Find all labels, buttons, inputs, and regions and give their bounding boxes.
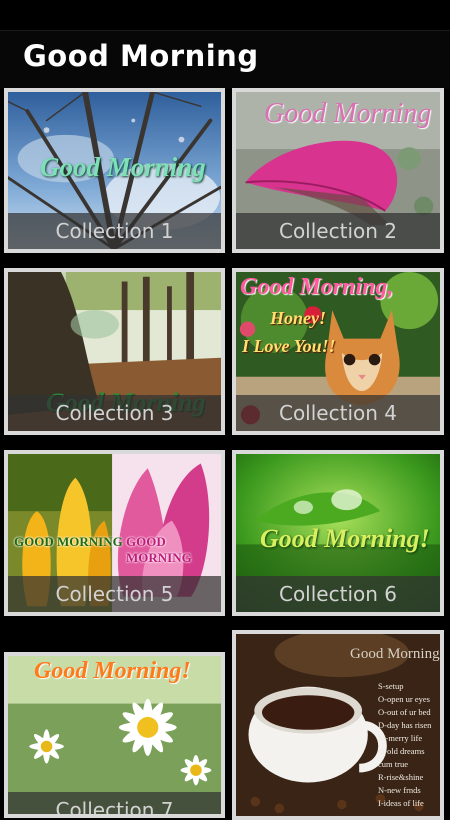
collection-card-2[interactable]: Good Morning Collection 2 xyxy=(232,88,444,253)
collection-8-poem: S-setup O-open ur eyes O-out of ur bed D… xyxy=(378,680,440,810)
collection-card-7[interactable]: Good Morning! Collection 7 xyxy=(4,652,225,818)
poem-line: I-ideas of life xyxy=(378,798,424,808)
poem-line: O-open ur eyes xyxy=(378,694,430,704)
collection-8-overlay: Good Morning xyxy=(350,646,440,662)
poem-line: S-setup xyxy=(378,681,404,691)
collection-5-overlay-right: GOOD MORNING xyxy=(126,534,192,565)
collection-card-5[interactable]: GOOD MORNING GOOD MORNING Collection 5 xyxy=(4,450,225,616)
collection-card-4[interactable]: Good Morning, Honey! I Love You!! Collec… xyxy=(232,268,444,435)
collection-2-label: Collection 2 xyxy=(236,213,440,249)
collection-3-label: Collection 3 xyxy=(8,395,221,431)
collection-card-1[interactable]: Good Morning Collection 1 xyxy=(4,88,225,253)
poem-line: R-rise&shine xyxy=(378,772,424,782)
page-title: Good Morning xyxy=(23,39,259,73)
collection-4-overlay-line3: I Love You!! xyxy=(242,336,336,356)
app-bar: Good Morning xyxy=(0,30,450,89)
collection-card-3[interactable]: Good Morning Collection 3 xyxy=(4,268,225,435)
collection-6-overlay: Good Morning! xyxy=(260,524,430,553)
collection-7-overlay: Good Morning! xyxy=(34,658,191,684)
collection-2-overlay: Good Morning xyxy=(264,98,432,129)
collection-6-label: Collection 6 xyxy=(236,576,440,612)
collection-card-6[interactable]: Good Morning! Collection 6 xyxy=(232,450,444,616)
poem-line: O-out of ur bed xyxy=(378,707,431,717)
poem-line: N-new frnds xyxy=(378,785,421,795)
collection-4-label: Collection 4 xyxy=(236,395,440,431)
collection-4-overlay-line1: Good Morning, xyxy=(240,274,394,300)
collection-7-label: Collection 7 xyxy=(8,792,221,814)
collection-card-8[interactable]: Good Morning S-setup O-open ur eyes O-ou… xyxy=(232,630,444,820)
poem-line: O-old dreams cum true xyxy=(378,746,425,769)
collection-1-label: Collection 1 xyxy=(8,213,221,249)
collection-1-overlay: Good Morning xyxy=(40,152,206,182)
poem-line: D-day has risen xyxy=(378,720,432,730)
collection-5-label: Collection 5 xyxy=(8,576,221,612)
poem-line: M-merry life xyxy=(378,733,423,743)
status-bar xyxy=(0,0,450,30)
collection-5-overlay-left: GOOD MORNING xyxy=(14,534,123,549)
collection-4-overlay-line2: Honey! xyxy=(270,308,326,328)
